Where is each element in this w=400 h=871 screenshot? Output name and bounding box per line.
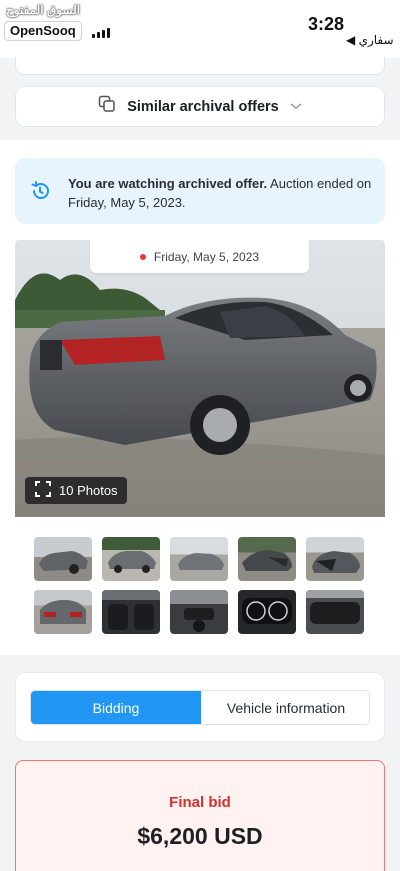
thumbnail[interactable] bbox=[306, 590, 364, 634]
offer-tabs: Bidding Vehicle information bbox=[30, 690, 370, 725]
status-bar: السوق المفتوح OpenSooq 3:28 ◀ سفاري bbox=[0, 0, 400, 58]
history-icon bbox=[29, 180, 51, 207]
photos-count-label: 10 Photos bbox=[59, 483, 118, 498]
thumbnail-grid bbox=[34, 537, 366, 634]
notice-bold-text: You are watching archived offer. bbox=[68, 176, 268, 191]
thumbnail[interactable] bbox=[306, 537, 364, 581]
chevron-down-icon bbox=[289, 98, 303, 116]
thumbnail[interactable] bbox=[102, 537, 160, 581]
back-to-app-link[interactable]: ◀ سفاري bbox=[346, 33, 394, 47]
thumbnail[interactable] bbox=[170, 537, 228, 581]
auction-date: Friday, May 5, 2023 bbox=[153, 249, 260, 264]
status-dot-icon bbox=[139, 253, 146, 260]
previous-card bbox=[15, 56, 385, 75]
final-bid-card: Final bid $6,200 USD bbox=[15, 760, 385, 871]
tab-bidding[interactable]: Bidding bbox=[31, 691, 201, 724]
view-photos-button[interactable]: 10 Photos bbox=[25, 477, 127, 504]
thumbnail[interactable] bbox=[34, 537, 92, 581]
final-bid-amount: $6,200 USD bbox=[137, 823, 263, 849]
similar-offers-label: Similar archival offers bbox=[127, 98, 279, 115]
final-bid-label: Final bid bbox=[169, 794, 231, 811]
watermark-text: السوق المفتوح bbox=[6, 3, 81, 17]
thumbnail[interactable] bbox=[34, 590, 92, 634]
thumbnail[interactable] bbox=[102, 590, 160, 634]
similar-offers-button[interactable]: Similar archival offers bbox=[15, 86, 385, 127]
expand-icon bbox=[35, 481, 51, 500]
auction-date-chip: Friday, May 5, 2023 bbox=[90, 240, 309, 273]
copy-icon bbox=[97, 94, 117, 119]
main-car-photo[interactable] bbox=[15, 240, 385, 517]
thumbnail[interactable] bbox=[170, 590, 228, 634]
notice-text: You are watching archived offer. Auction… bbox=[68, 174, 373, 212]
tab-vehicle-information[interactable]: Vehicle information bbox=[201, 691, 369, 724]
thumbnail[interactable] bbox=[238, 537, 296, 581]
brand-badge: OpenSooq bbox=[4, 21, 82, 41]
archived-notice: You are watching archived offer. Auction… bbox=[15, 158, 385, 224]
thumbnail[interactable] bbox=[238, 590, 296, 634]
clock: 3:28 bbox=[308, 14, 345, 34]
signal-icon bbox=[92, 28, 110, 38]
